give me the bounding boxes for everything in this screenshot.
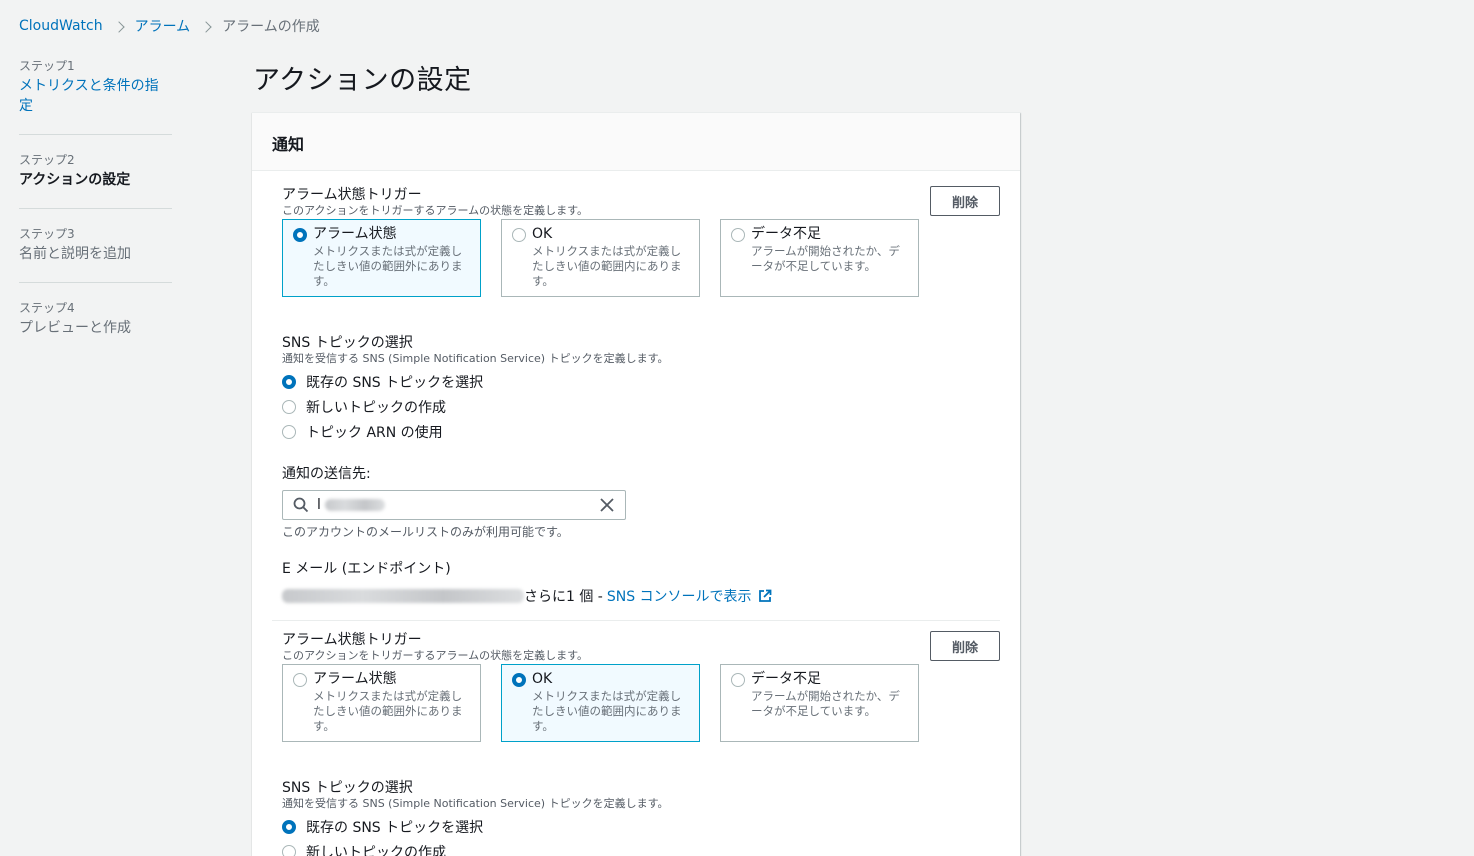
breadcrumb-alarms[interactable]: アラーム: [135, 16, 191, 36]
breadcrumb-current: アラームの作成: [222, 19, 320, 35]
tile-desc: アラームが開始されたか、データが不足しています。: [751, 244, 900, 273]
radio-new-topic[interactable]: 新しいトピックの作成: [282, 839, 1000, 856]
action-1-trigger: アラーム状態トリガー このアクションをトリガーするアラームの状態を定義します。 …: [282, 186, 1000, 306]
send-to-hint: このアカウントのメールリストのみが利用可能です。: [282, 525, 569, 539]
action-2-trigger: アラーム状態トリガー このアクションをトリガーするアラームの状態を定義します。 …: [282, 631, 1000, 751]
radio-empty-icon: [731, 673, 745, 687]
action-1-send-to: 通知の送信先: l このアカウントのメールリストのみが利用可能です。: [282, 465, 1000, 539]
radio-empty-icon: [282, 424, 296, 439]
radio-label: 新しいトピックの作成: [306, 399, 446, 416]
close-icon[interactable]: [599, 497, 615, 513]
action-1-email: E メール (エンドポイント) さらに1 個 - SNS コンソールで表示: [282, 560, 1000, 606]
tile-insufficient-data[interactable]: データ不足 アラームが開始されたか、データが不足しています。: [720, 664, 919, 742]
notification-panel: 通知 アラーム状態トリガー このアクションをトリガーするアラームの状態を定義しま…: [252, 112, 1020, 856]
step-number: ステップ4: [19, 301, 75, 315]
wizard-steps: ステップ1 メトリクスと条件の指定 ステップ2 アクションの設定 ステップ3 名…: [19, 58, 172, 373]
radio-empty-icon: [731, 228, 745, 242]
tile-title: データ不足: [751, 671, 821, 687]
tile-desc: メトリクスまたは式が定義したしきい値の範囲外にあります。: [313, 244, 463, 288]
wizard-step-4: ステップ4 プレビューと作成: [19, 300, 172, 356]
chevron-right-icon: [200, 20, 212, 33]
send-to-search[interactable]: l: [282, 490, 626, 520]
delete-button[interactable]: 削除: [930, 186, 1000, 216]
radio-selected-icon: [282, 374, 296, 389]
radio-selected-icon: [282, 819, 296, 834]
trigger-desc: このアクションをトリガーするアラームの状態を定義します。: [282, 204, 589, 217]
radio-empty-icon: [293, 673, 307, 687]
sns-label: SNS トピックの選択: [282, 780, 413, 796]
tile-desc: アラームが開始されたか、データが不足しています。: [751, 689, 900, 718]
tile-desc: メトリクスまたは式が定義したしきい値の範囲内にあります。: [532, 244, 682, 288]
tile-ok[interactable]: OK メトリクスまたは式が定義したしきい値の範囲内にあります。: [501, 664, 700, 742]
delete-button[interactable]: 削除: [930, 631, 1000, 661]
radio-selected-icon: [512, 673, 526, 687]
tile-title: OK: [532, 671, 553, 687]
redacted-email: [282, 589, 524, 603]
radio-label: 既存の SNS トピックを選択: [306, 374, 484, 391]
step-number: ステップ2: [19, 153, 75, 167]
trigger-label: アラーム状態トリガー: [282, 187, 422, 203]
sns-desc: 通知を受信する SNS (Simple Notification Service…: [282, 797, 669, 810]
wizard-step-3: ステップ3 名前と説明を追加: [19, 226, 172, 283]
trigger-label: アラーム状態トリガー: [282, 632, 422, 648]
sns-desc: 通知を受信する SNS (Simple Notification Service…: [282, 352, 669, 365]
action-2-sns: SNS トピックの選択 通知を受信する SNS (Simple Notifica…: [282, 779, 1000, 856]
radio-empty-icon: [282, 399, 296, 414]
external-link-icon[interactable]: [758, 589, 772, 603]
radio-new-topic[interactable]: 新しいトピックの作成: [282, 394, 1000, 419]
radio-topic-arn[interactable]: トピック ARN の使用: [282, 419, 1000, 444]
tile-ok[interactable]: OK メトリクスまたは式が定義したしきい値の範囲内にあります。: [501, 219, 700, 297]
tile-title: OK: [532, 226, 553, 242]
radio-label: 既存の SNS トピックを選択: [306, 819, 484, 836]
tile-title: アラーム状態: [313, 226, 397, 242]
sns-label: SNS トピックの選択: [282, 335, 413, 351]
radio-empty-icon: [282, 844, 296, 856]
action-1-sns: SNS トピックの選択 通知を受信する SNS (Simple Notifica…: [282, 334, 1000, 444]
radio-existing-topic[interactable]: 既存の SNS トピックを選択: [282, 369, 1000, 394]
tile-desc: メトリクスまたは式が定義したしきい値の範囲外にあります。: [313, 689, 463, 733]
sns-console-link[interactable]: SNS コンソールで表示: [607, 586, 752, 606]
email-label: E メール (エンドポイント): [282, 561, 451, 577]
radio-existing-topic[interactable]: 既存の SNS トピックを選択: [282, 814, 1000, 839]
step-number: ステップ1: [19, 59, 75, 73]
redacted-text: [324, 499, 385, 511]
tile-alarm-state[interactable]: アラーム状態 メトリクスまたは式が定義したしきい値の範囲外にあります。: [282, 664, 481, 742]
radio-empty-icon: [512, 228, 526, 242]
step-title-current: アクションの設定: [19, 172, 131, 188]
tile-title: アラーム状態: [313, 671, 397, 687]
step-title: プレビューと作成: [19, 320, 131, 336]
step-link-metrics[interactable]: メトリクスと条件の指定: [19, 76, 172, 116]
radio-label: トピック ARN の使用: [306, 424, 443, 441]
tile-alarm-state[interactable]: アラーム状態 メトリクスまたは式が定義したしきい値の範囲外にあります。: [282, 219, 481, 297]
email-more: さらに1 個 -: [524, 589, 603, 605]
search-value: l: [317, 497, 321, 513]
trigger-desc: このアクションをトリガーするアラームの状態を定義します。: [282, 649, 589, 662]
page-title: アクションの設定: [253, 65, 472, 96]
action-divider: [272, 620, 1000, 621]
trigger-tiles: アラーム状態 メトリクスまたは式が定義したしきい値の範囲外にあります。 OK メ…: [282, 219, 1000, 297]
radio-selected-icon: [293, 228, 307, 242]
trigger-tiles: アラーム状態 メトリクスまたは式が定義したしきい値の範囲外にあります。 OK メ…: [282, 664, 1000, 742]
search-icon: [293, 497, 309, 513]
step-number: ステップ3: [19, 227, 75, 241]
wizard-step-2: ステップ2 アクションの設定: [19, 152, 172, 209]
chevron-right-icon: [112, 20, 125, 33]
wizard-step-1: ステップ1 メトリクスと条件の指定: [19, 58, 172, 135]
tile-title: データ不足: [751, 226, 821, 242]
email-row: さらに1 個 - SNS コンソールで表示: [282, 586, 1000, 606]
breadcrumb: CloudWatch アラーム アラームの作成: [19, 16, 320, 36]
send-to-label: 通知の送信先:: [282, 466, 371, 482]
panel-header: 通知: [252, 113, 1020, 171]
step-title: 名前と説明を追加: [19, 246, 131, 262]
tile-desc: メトリクスまたは式が定義したしきい値の範囲内にあります。: [532, 689, 682, 733]
breadcrumb-cloudwatch[interactable]: CloudWatch: [19, 18, 103, 34]
tile-insufficient-data[interactable]: データ不足 アラームが開始されたか、データが不足しています。: [720, 219, 919, 297]
panel-title: 通知: [272, 135, 305, 154]
radio-label: 新しいトピックの作成: [306, 844, 446, 856]
